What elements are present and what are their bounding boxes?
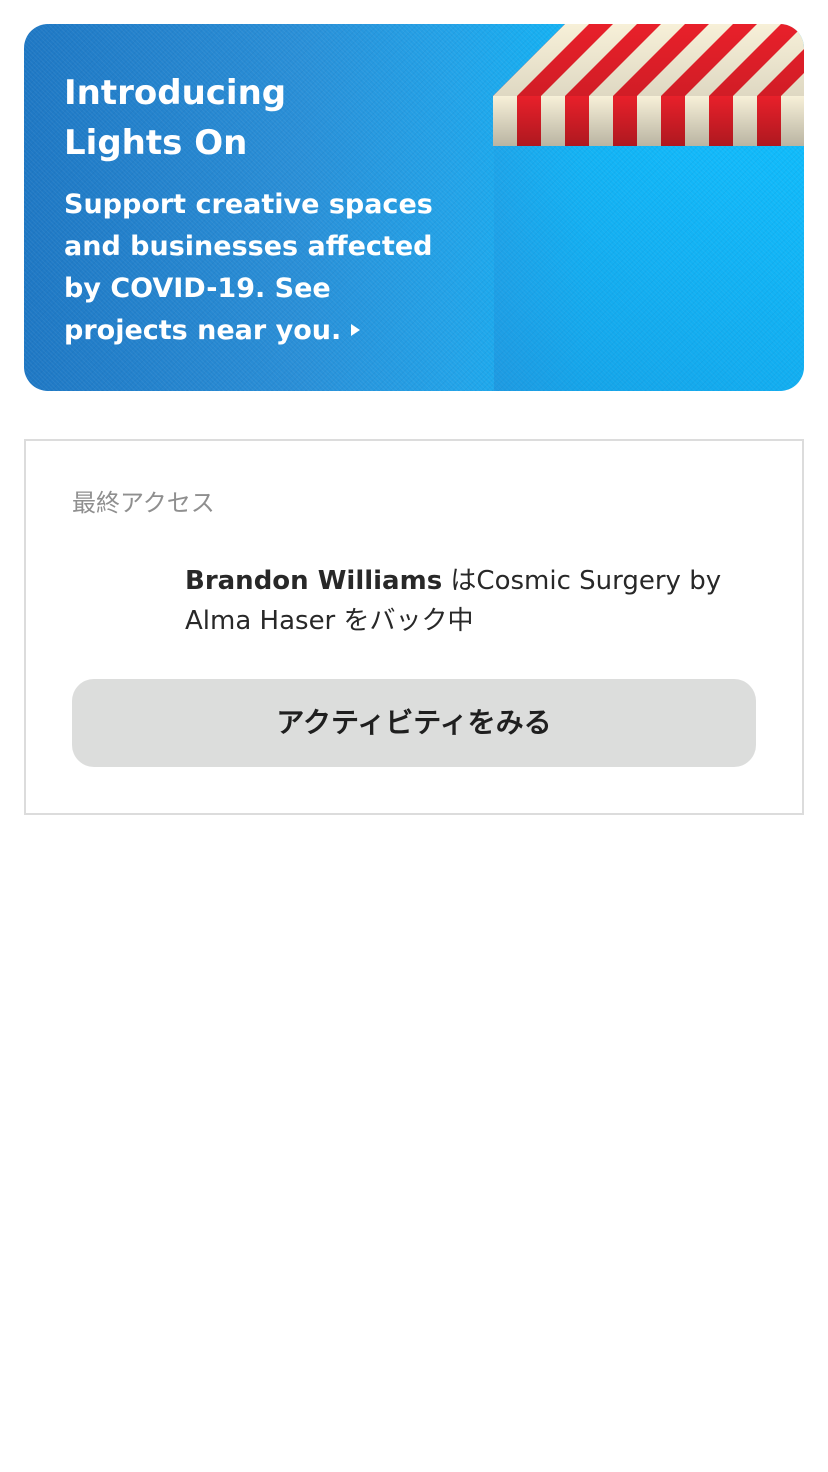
banner-description-line: by COVID-19. See <box>64 273 331 304</box>
banner-description: Support creative spaces and businesses a… <box>64 184 464 352</box>
banner-title-line: Introducing <box>64 73 287 113</box>
storefront-shade <box>494 144 804 391</box>
lights-on-promo-banner[interactable]: Introducing Lights On Support creative s… <box>24 24 804 391</box>
view-activity-button[interactable]: アクティビティをみる <box>72 679 756 767</box>
activity-action-text: はCosmic Surgery by <box>442 566 722 596</box>
activity-description: Brandon Williams はCosmic Surgery by Alma… <box>185 561 775 641</box>
page: Introducing Lights On Support creative s… <box>0 0 828 1472</box>
section-label: 最終アクセス <box>72 489 215 517</box>
banner-description-line: projects near you. <box>64 310 464 352</box>
avatar[interactable] <box>72 567 162 657</box>
banner-description-line: and businesses affected <box>64 231 433 262</box>
banner-title: Introducing Lights On <box>64 68 464 168</box>
recent-activity-card: 最終アクセス Brandon Williams はCosmic Surgery … <box>24 439 804 815</box>
striped-awning-icon <box>493 24 804 146</box>
banner-link-text[interactable]: projects near you. <box>64 315 341 346</box>
banner-title-line: Lights On <box>64 123 248 163</box>
user-name[interactable]: Brandon Williams <box>185 566 442 596</box>
play-triangle-icon <box>351 324 361 336</box>
activity-line: Alma Haser をバック中 <box>185 606 474 636</box>
activity-line: Brandon Williams はCosmic Surgery by <box>185 561 775 601</box>
banner-description-line: Support creative spaces <box>64 189 433 220</box>
